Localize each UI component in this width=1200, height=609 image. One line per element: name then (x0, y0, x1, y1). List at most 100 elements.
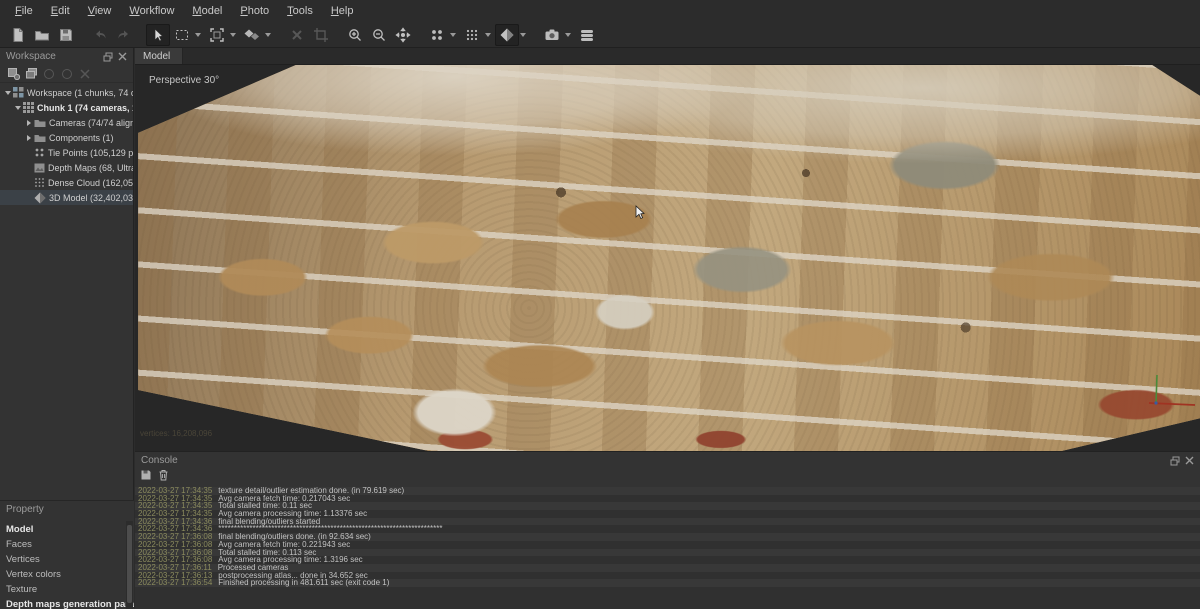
property-panel: Property Model Faces Vertices Vertex col… (0, 500, 134, 609)
menu-edit[interactable]: Edit (42, 2, 79, 20)
expand-arrow-icon[interactable] (13, 106, 22, 110)
property-row-model[interactable]: Model (0, 522, 134, 537)
menu-help[interactable]: Help (322, 2, 363, 20)
property-row-depth-params[interactable]: Depth maps generation parameters (0, 597, 134, 609)
log-line: 2022-03-27 17:36:08Avg camera processing… (135, 556, 1200, 564)
expand-arrow-icon[interactable] (24, 120, 33, 126)
rectangle-selection-icon (174, 27, 190, 43)
resize-region-dropdown[interactable] (230, 33, 236, 37)
reset-view-button[interactable] (391, 24, 415, 46)
tree-item-label: Workspace (1 chunks, 74 cameras) (27, 88, 133, 98)
delete-icon (289, 27, 305, 43)
projection-label: Perspective 30° (149, 75, 219, 86)
console-float-button[interactable] (1168, 454, 1181, 467)
property-panel-header: Property (0, 501, 134, 518)
main-toolbar (0, 22, 1200, 48)
circle-down-icon (61, 68, 73, 80)
tree-item-depth-maps[interactable]: Depth Maps (68, Ultra high qu (0, 160, 133, 175)
add-photos-button[interactable] (22, 66, 40, 82)
menu-photo[interactable]: Photo (231, 2, 278, 20)
rectangle-selection-dropdown[interactable] (195, 33, 201, 37)
close-icon (118, 52, 127, 61)
scrollbar-thumb[interactable] (127, 525, 132, 603)
menu-workflow[interactable]: Workflow (120, 2, 183, 20)
delete-selection-button (285, 24, 309, 46)
camera-icon (544, 27, 560, 43)
photos-icon (579, 27, 595, 43)
console-close-button[interactable] (1183, 454, 1196, 467)
zoom-in-icon (347, 27, 363, 43)
tree-item-workspace[interactable]: Workspace (1 chunks, 74 cameras) (0, 85, 133, 100)
redo-button (112, 24, 136, 46)
save-log-button[interactable] (140, 468, 152, 486)
property-row-vertices[interactable]: Vertices (0, 552, 134, 567)
property-scrollbar[interactable] (126, 521, 133, 609)
save-project-button[interactable] (54, 24, 78, 46)
show-photos-button[interactable] (575, 24, 599, 46)
tree-item-components[interactable]: Components (1) (0, 130, 133, 145)
dense-cloud-dropdown[interactable] (485, 33, 491, 37)
zoom-out-icon (371, 27, 387, 43)
tree-item-3d-model[interactable]: 3D Model (32,402,039 faces, L (0, 190, 133, 205)
rotate-object-dropdown[interactable] (265, 33, 271, 37)
open-folder-icon (34, 27, 50, 43)
tree-item-label: 3D Model (32,402,039 faces, L (49, 193, 133, 203)
tree-item-label: Depth Maps (68, Ultra high qu (48, 163, 133, 173)
dense-cloud-icon (34, 177, 45, 188)
viewport-status-text: vertices: 16,208,096 (140, 429, 212, 438)
tree-item-chunk[interactable]: Chunk 1 (74 cameras, 105,129 p (0, 100, 133, 115)
menu-view[interactable]: View (79, 2, 121, 20)
show-shaded-model-button[interactable] (495, 24, 519, 46)
show-dense-cloud-button[interactable] (460, 24, 484, 46)
menu-model[interactable]: Model (183, 2, 231, 20)
tie-points-dropdown[interactable] (450, 33, 456, 37)
depth-maps-icon (34, 163, 45, 173)
model-icon (34, 192, 46, 204)
property-row-texture[interactable]: Texture (0, 582, 134, 597)
tree-item-cameras[interactable]: Cameras (74/74 aligned) (0, 115, 133, 130)
stone-wall-model[interactable] (135, 65, 1200, 451)
circle-up-icon (43, 68, 55, 80)
console-log[interactable]: 2022-03-27 17:34:35texture detail/outlie… (135, 487, 1200, 609)
resize-region-button[interactable] (205, 24, 229, 46)
show-tie-points-button[interactable] (425, 24, 449, 46)
new-document-button[interactable] (6, 24, 30, 46)
model-viewport[interactable]: Perspective 30° vertices: 16,208,096 (135, 65, 1200, 451)
tab-model[interactable]: Model (135, 48, 183, 64)
clear-log-button[interactable] (158, 468, 169, 486)
zoom-out-button[interactable] (367, 24, 391, 46)
property-row-faces[interactable]: Faces (0, 537, 134, 552)
shaded-model-dropdown[interactable] (520, 33, 526, 37)
menu-tools[interactable]: Tools (278, 2, 322, 20)
zoom-in-button[interactable] (343, 24, 367, 46)
save-icon (58, 27, 74, 43)
property-row-vertex-colors[interactable]: Vertex colors (0, 567, 134, 582)
expand-arrow-icon[interactable] (3, 91, 12, 95)
workspace-close-button[interactable] (116, 50, 129, 63)
move-down-button (58, 66, 76, 82)
tree-item-label: Cameras (74/74 aligned) (49, 118, 133, 128)
folder-icon (34, 118, 46, 128)
cameras-dropdown[interactable] (565, 33, 571, 37)
expand-arrow-icon[interactable] (24, 135, 33, 141)
show-cameras-button[interactable] (540, 24, 564, 46)
rectangle-selection-button[interactable] (170, 24, 194, 46)
tree-item-tie-points[interactable]: Tie Points (105,129 points) (0, 145, 133, 160)
add-chunk-button[interactable] (4, 66, 22, 82)
workspace-panel-title: Workspace (6, 51, 56, 62)
trash-icon (158, 469, 169, 481)
rotate-object-button[interactable] (240, 24, 264, 46)
undo-icon (92, 27, 108, 43)
dense-cloud-icon (464, 27, 480, 43)
log-line: 2022-03-27 17:36:54Finished processing i… (135, 579, 1200, 587)
workspace-float-button[interactable] (101, 50, 114, 63)
selection-cursor-button[interactable] (146, 24, 170, 46)
workspace-icon (13, 87, 24, 98)
remove-item-button (76, 66, 94, 82)
reset-view-icon (395, 27, 411, 43)
tree-item-label: Components (1) (49, 133, 114, 143)
save-log-icon (140, 469, 152, 481)
open-project-button[interactable] (30, 24, 54, 46)
tree-item-dense-cloud[interactable]: Dense Cloud (162,052,977 poi (0, 175, 133, 190)
menu-file[interactable]: File (6, 2, 42, 20)
